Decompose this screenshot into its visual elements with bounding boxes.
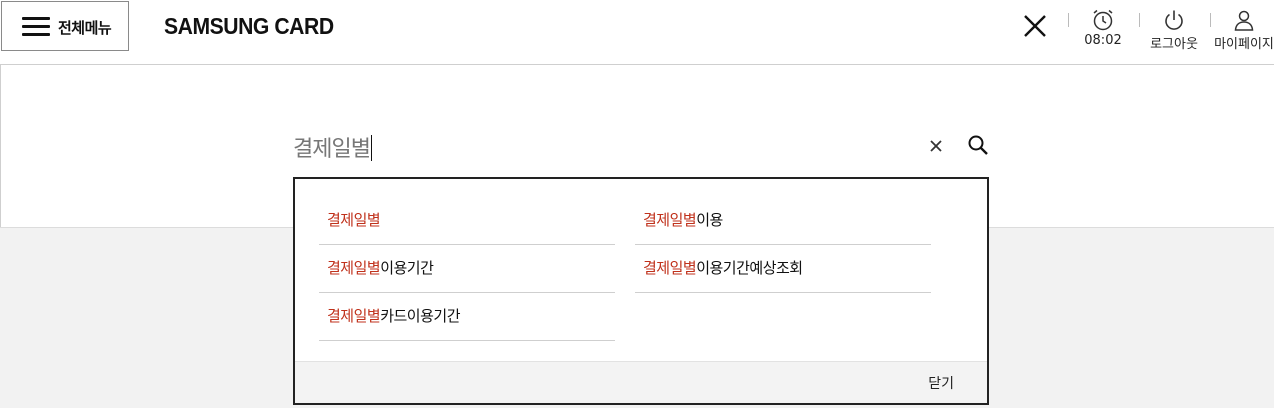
clear-search-icon[interactable]: [926, 136, 946, 156]
search-input[interactable]: 결제일별: [293, 131, 372, 163]
close-suggestions-button[interactable]: 닫기: [928, 373, 954, 393]
session-timer[interactable]: 08:02: [1082, 8, 1124, 48]
suggestion-item[interactable]: 결제일별: [319, 198, 615, 245]
autocomplete-footer: 닫기: [295, 361, 987, 403]
timer-text: 08:02: [1084, 33, 1122, 48]
top-header: 전체메뉴 SAMSUNG CARD 08:02 로그아웃 마이페이지: [0, 0, 1274, 65]
divider: [1210, 13, 1211, 27]
suggestion-item[interactable]: 결제일별이용기간예상조회: [635, 246, 931, 293]
search-icon[interactable]: [966, 133, 990, 157]
power-icon: [1165, 10, 1183, 30]
suggestion-column-left: 결제일별 결제일별이용기간 결제일별카드이용기간: [319, 198, 615, 341]
mypage-button[interactable]: 마이페이지: [1214, 8, 1274, 52]
logout-label: 로그아웃: [1150, 37, 1198, 52]
user-icon: [1234, 10, 1254, 31]
hamburger-icon: [22, 17, 50, 37]
autocomplete-panel: 결제일별 결제일별이용기간 결제일별카드이용기간 결제일별이용 결제일별이용기간…: [293, 177, 989, 405]
suggestion-column-right: 결제일별이용 결제일별이용기간예상조회: [635, 198, 931, 293]
all-menu-label: 전체메뉴: [58, 19, 112, 37]
suggestion-item[interactable]: 결제일별이용: [635, 198, 931, 245]
divider: [1068, 13, 1069, 27]
suggestion-item[interactable]: 결제일별이용기간: [319, 246, 615, 293]
samsung-card-logo[interactable]: SAMSUNG CARD: [164, 13, 334, 40]
suggestion-item[interactable]: 결제일별카드이용기간: [319, 294, 615, 341]
mypage-label: 마이페이지: [1214, 37, 1274, 52]
close-icon[interactable]: [1021, 12, 1049, 40]
logout-button[interactable]: 로그아웃: [1148, 8, 1200, 52]
search-query: 결제일별: [293, 137, 371, 162]
all-menu-button[interactable]: 전체메뉴: [1, 1, 129, 51]
text-caret: [370, 135, 372, 161]
alarm-clock-icon: [1093, 9, 1113, 31]
divider: [1139, 13, 1140, 27]
